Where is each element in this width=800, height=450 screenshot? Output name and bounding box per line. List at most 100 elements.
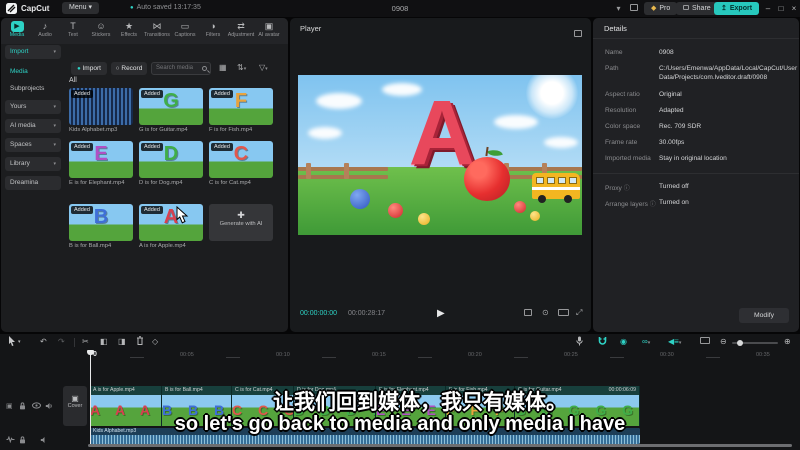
track-options-icon[interactable]: ▣ (6, 402, 13, 410)
app-name: CapCut (21, 4, 50, 13)
media-item-e-elephant[interactable]: Added E E is for Elephant.mp4 (69, 141, 133, 186)
mute-track-icon[interactable] (40, 436, 48, 446)
generate-with-ai-tile[interactable]: ✚ Generate with AI (209, 204, 273, 241)
detail-value-path: C:/Users/Emenwa/AppData/Local/CapCut/Use… (659, 65, 798, 81)
current-timecode: 00:00:00:00 (300, 310, 337, 317)
play-button[interactable]: ▶ (437, 308, 445, 319)
sidebar-item-library[interactable]: Library ▾ (5, 157, 61, 171)
split-icon[interactable]: ✂ (82, 336, 89, 348)
media-item-g-guitar[interactable]: Added G G is for Guitar.mp4 (139, 88, 203, 133)
media-item-a-apple[interactable]: Added A A is for Apple.mp4 (139, 204, 203, 249)
detail-value-proxy: Turned off (659, 183, 689, 190)
zoom-in-icon[interactable]: ⊕ (784, 336, 791, 348)
menu-button[interactable]: Menu ▾ (62, 2, 99, 14)
fence (298, 167, 388, 171)
keyframe-icon[interactable]: ◇ (152, 336, 158, 348)
detail-label-resolution: Resolution (605, 107, 637, 114)
auto-snap-icon[interactable]: ◉ (620, 336, 627, 348)
minimize-button[interactable]: – (762, 4, 774, 13)
tab-captions[interactable]: ▭ Captions (171, 20, 199, 43)
detail-label-name: Name (605, 49, 623, 56)
detail-label-arrange-layers: Arrange layers ⓘ (605, 201, 656, 208)
layout-icon[interactable] (627, 3, 640, 14)
panel-collapse-icon[interactable]: ▾ (612, 3, 625, 14)
export-button[interactable]: ↥ Export (714, 2, 760, 15)
detail-value-aspect-ratio: Original (659, 91, 682, 98)
pro-button[interactable]: ◆ Pro (644, 2, 678, 15)
tab-text[interactable]: T Text (59, 20, 87, 43)
delete-icon[interactable] (136, 336, 144, 350)
sidebar-item-yours[interactable]: Yours ▾ (5, 100, 61, 114)
project-title: 0908 (391, 4, 409, 13)
media-item-kids-alphabet[interactable]: Added Kids Alphabet.mp3 (69, 88, 133, 133)
mic-icon[interactable] (576, 336, 583, 350)
preview-frames-icon[interactable] (700, 336, 710, 348)
transitions-tab-icon: ⋈ (152, 21, 162, 31)
ratio-icon[interactable] (558, 309, 569, 318)
sidebar-item-ai-media[interactable]: AI media ▾ (5, 119, 61, 133)
view-toggle-icon[interactable]: ▦ (219, 63, 227, 72)
tab-filters[interactable]: ◑ Filters (199, 20, 227, 43)
search-input[interactable]: Search media (151, 62, 211, 75)
redo-icon[interactable]: ↷ (58, 336, 65, 348)
delete-left-icon[interactable]: ◧ (100, 336, 108, 348)
magnet-icon[interactable] (598, 336, 607, 349)
sort-icon[interactable]: ⇅▾ (237, 63, 246, 72)
subtitle-english: so let's go back to media and only media… (174, 413, 626, 435)
sidebar-item-subprojects[interactable]: Subprojects (5, 82, 61, 96)
detail-label-frame-rate: Frame rate (605, 139, 638, 146)
autosave-status: ● Auto saved 13:17:35 (130, 4, 201, 11)
close-button[interactable]: × (788, 4, 800, 13)
media-item-f-fish[interactable]: Added F F is for Fish.mp4 (209, 88, 273, 133)
delete-right-icon[interactable]: ◨ (118, 336, 126, 348)
sidebar-item-spaces[interactable]: Spaces ▾ (5, 138, 61, 152)
split-preview-icon[interactable] (524, 309, 532, 318)
timeline-ruler[interactable]: 0 00:05 00:10 00:15 00:20 00:25 00:30 00… (0, 350, 800, 362)
school-bus (532, 173, 580, 203)
media-item-d-dog[interactable]: Added D D is for Dog.mp4 (139, 141, 203, 186)
maximize-button[interactable]: □ (775, 4, 787, 13)
tab-ai-avatar[interactable]: ▣ AI avatar (255, 20, 283, 43)
detail-value-color-space: Rec. 709 SDR (659, 123, 702, 130)
ruler-tick: 00:05 (180, 352, 194, 358)
tab-transitions[interactable]: ⋈ Transitions (143, 20, 171, 43)
media-item-b-ball[interactable]: Added B B is for Ball.mp4 (69, 204, 133, 249)
tab-media[interactable]: ▶ Media (3, 20, 31, 43)
player-expand-icon[interactable] (574, 24, 582, 42)
select-tool-chevron[interactable]: ▾ (18, 336, 21, 348)
modify-button[interactable]: Modify (739, 308, 789, 323)
audio-levels-icon[interactable]: ◀≡▾ (668, 336, 681, 349)
tab-effects[interactable]: ★ Effects (115, 20, 143, 43)
tab-stickers[interactable]: ☺ Stickers (87, 20, 115, 43)
ruler-tick: 00:35 (756, 352, 770, 358)
link-icon[interactable]: ∞▾ (642, 336, 650, 349)
tab-adjustment[interactable]: ⇄ Adjustment (227, 20, 255, 43)
timeline-horizontal-scrollbar[interactable] (88, 444, 792, 447)
sidebar-item-import[interactable]: Import ▾ (5, 45, 61, 59)
undo-icon[interactable]: ↶ (40, 336, 47, 348)
zoom-out-icon[interactable]: ⊖ (720, 336, 727, 348)
sidebar-item-media[interactable]: Media (5, 65, 61, 79)
audio-track-icon (6, 435, 15, 445)
filter-icon[interactable]: ▽▾ (259, 63, 268, 72)
sidebar-item-dreamina[interactable]: Dreamina (5, 176, 61, 190)
media-item-c-cat[interactable]: Added C C is for Cat.mp4 (209, 141, 273, 186)
share-icon (683, 5, 689, 12)
lock-icon[interactable] (19, 436, 26, 446)
zoom-slider-thumb[interactable] (737, 340, 743, 346)
ruler-tick: 00:30 (660, 352, 674, 358)
timeline-zoom-slider[interactable] (732, 340, 778, 346)
info-icon: ⓘ (623, 186, 630, 192)
import-button[interactable]: ● Import (71, 62, 107, 75)
quality-icon[interactable]: ⊙ (542, 308, 549, 317)
video-thumbnail: Added F (209, 88, 273, 125)
filters-tab-icon: ◑ (210, 21, 216, 31)
share-button[interactable]: Share (676, 2, 718, 15)
record-button[interactable]: ○ Record (111, 62, 147, 75)
select-tool-icon[interactable] (8, 336, 16, 350)
import-dot-icon: ● (77, 66, 81, 72)
fullscreen-icon[interactable]: ⤢ (576, 308, 582, 318)
video-preview[interactable]: A (298, 75, 582, 235)
tab-audio[interactable]: ♪ Audio (31, 20, 59, 43)
captions-tab-icon: ▭ (180, 21, 190, 31)
